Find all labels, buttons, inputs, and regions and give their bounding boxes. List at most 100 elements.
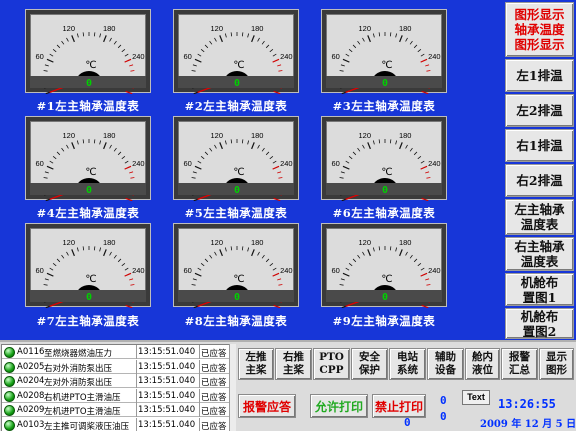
- alarm-row[interactable]: A0204 左对外消防泵出压 13:15:51.040 已应答: [2, 374, 229, 388]
- gauge-tick-label: 180: [399, 238, 412, 247]
- function-button-label: 主桨: [245, 364, 267, 376]
- gauge-minor-tick: [362, 251, 365, 256]
- gauge-minor-tick: [277, 64, 282, 67]
- gauge-minor-tick: [61, 147, 65, 152]
- gauge-tick-label: 120: [211, 238, 224, 247]
- gauge-tick-label: 0: [184, 306, 188, 308]
- gauge-minor-tick: [93, 139, 96, 144]
- gauge-minor-tick: [272, 53, 277, 57]
- gauge-unit: ℃: [85, 274, 96, 285]
- gauge-minor-tick: [348, 48, 353, 53]
- gauge-minor-tick: [99, 247, 102, 252]
- gauge-value: 0: [381, 185, 389, 196]
- gauge-title: #3左主轴承温度表: [332, 99, 436, 113]
- gauge-minor-tick: [395, 33, 398, 38]
- nav-title-button[interactable]: 图形显示 轴承温度 图形显示: [505, 2, 574, 57]
- clock: 13:26:55: [498, 397, 556, 411]
- gauge-minor-tick: [121, 262, 126, 267]
- gauge-minor-tick: [352, 258, 357, 263]
- alarm-column-divider: [199, 374, 200, 388]
- gauge-unit: ℃: [381, 60, 392, 71]
- counter-a: 0: [440, 394, 447, 407]
- function-button-label: 液位: [472, 364, 493, 376]
- gauge-minor-tick: [117, 151, 122, 156]
- gauge-minor-tick: [420, 267, 425, 271]
- nav-label: 右1排温: [516, 138, 563, 153]
- gauge-minor-tick: [224, 247, 227, 252]
- gauge-minor-tick: [357, 254, 361, 259]
- text-button[interactable]: Text: [462, 390, 490, 405]
- gauge-minor-tick: [130, 177, 135, 179]
- nav-engine-room-layout-2[interactable]: 机舱布置图2: [505, 308, 574, 339]
- forbid-print-button[interactable]: 禁止打印: [372, 394, 426, 418]
- nav-left-bearing-temp[interactable]: 左主轴承温度表: [505, 199, 574, 235]
- gauge-minor-tick: [49, 160, 54, 164]
- alarm-row[interactable]: A0208 右机进PTO主滑油压 13:15:51.040 已应答: [2, 388, 229, 403]
- gauge-tick-label: 300: [133, 92, 146, 94]
- gauge-title: #4左主轴承温度表: [36, 206, 140, 220]
- gauge-minor-tick: [209, 40, 213, 45]
- function-button[interactable]: 显示 图形: [539, 348, 574, 380]
- gauge-minor-tick: [56, 44, 61, 49]
- gauge-minor-tick: [378, 32, 381, 37]
- gauge-minor-tick: [43, 70, 48, 72]
- alarm-row[interactable]: A0209 左机进PTO主滑油压 13:15:51.040 已应答: [2, 403, 229, 417]
- gauge-minor-tick: [241, 139, 244, 144]
- alarm-row[interactable]: A0103 左主推可调桨液压油压 13:15:51.040 已应答: [2, 417, 229, 431]
- gauge-minor-tick: [348, 262, 353, 267]
- gauge-minor-tick: [43, 177, 48, 179]
- alarm-ack-button[interactable]: 报警应答: [238, 394, 296, 418]
- function-button[interactable]: 报警 汇总: [501, 348, 538, 380]
- function-button[interactable]: 安全 保护: [351, 348, 388, 380]
- gauge-unit: ℃: [85, 167, 96, 178]
- gauge-minor-tick: [339, 284, 344, 286]
- gauge-minor-tick: [362, 144, 365, 149]
- function-button-label: CPP: [319, 364, 344, 376]
- gauge-minor-tick: [352, 44, 357, 49]
- function-button[interactable]: 右推 主桨: [275, 348, 312, 380]
- gauge-minor-tick: [348, 155, 353, 160]
- gauge-major-tick: [46, 272, 54, 277]
- gauge-tick-label: 60: [183, 266, 191, 275]
- nav-right-bearing-temp[interactable]: 右主轴承温度表: [505, 237, 574, 271]
- nav-engine-room-layout-1[interactable]: 机舱布置图1: [505, 273, 574, 306]
- function-button[interactable]: 电站 系统: [389, 348, 426, 380]
- gauge-tick-label: 120: [359, 131, 372, 140]
- gauge-tick-label: 0: [332, 199, 336, 201]
- gauge-minor-tick: [44, 278, 49, 281]
- gauge-minor-tick: [272, 267, 277, 271]
- temperature-gauge: 0 60 120 180 240 300 ℃ 0: [173, 116, 299, 201]
- gauge-minor-tick: [129, 171, 134, 174]
- function-button[interactable]: 辅助 设备: [427, 348, 464, 380]
- nav-right-1-exhaust[interactable]: 右1排温: [505, 129, 574, 162]
- gauge-unit: ℃: [233, 274, 244, 285]
- gauge-tick-label: 180: [399, 24, 412, 33]
- gauge-tick-label: 60: [183, 52, 191, 61]
- alarm-ack-status: 已应答: [201, 378, 227, 388]
- nav-label: 左1排温: [516, 68, 563, 83]
- function-button[interactable]: 左推 主桨: [238, 348, 274, 380]
- alarm-ack-status: 已应答: [201, 407, 227, 417]
- gauge-title: #9左主轴承温度表: [332, 314, 436, 328]
- gauge-major-tick: [273, 197, 281, 201]
- gauge-tick-label: 240: [132, 52, 145, 61]
- allow-print-button[interactable]: 允许打印: [310, 394, 368, 418]
- alarm-column-divider: [136, 417, 137, 431]
- nav-right-2-exhaust[interactable]: 右2排温: [505, 164, 574, 197]
- alarm-row[interactable]: A0116 至燃烧器燃油压力 13:15:51.040 已应答: [2, 345, 229, 359]
- gauge-major-tick: [71, 35, 75, 43]
- function-button[interactable]: 舱内 液位: [465, 348, 500, 380]
- nav-left-1-exhaust[interactable]: 左1排温: [505, 59, 574, 92]
- gauge-major-tick: [421, 197, 429, 201]
- nav-left-2-exhaust[interactable]: 左2排温: [505, 94, 574, 127]
- alarm-column-divider: [199, 359, 200, 374]
- gauge-unit: ℃: [85, 60, 96, 71]
- alarm-list-scrollbar[interactable]: [229, 344, 236, 431]
- gauge-major-tick: [251, 142, 255, 150]
- gauge-minor-tick: [200, 262, 205, 267]
- function-button-label: 图形: [546, 364, 567, 376]
- alarm-list[interactable]: A0116 至燃烧器燃油压力 13:15:51.040 已应答 A0205 右对外消防泵出…: [1, 344, 230, 431]
- gauge-tick-label: 240: [280, 52, 293, 61]
- function-button[interactable]: PTO CPP: [313, 348, 350, 380]
- alarm-row[interactable]: A0205 右对外消防泵出压 13:15:51.040 已应答: [2, 359, 229, 374]
